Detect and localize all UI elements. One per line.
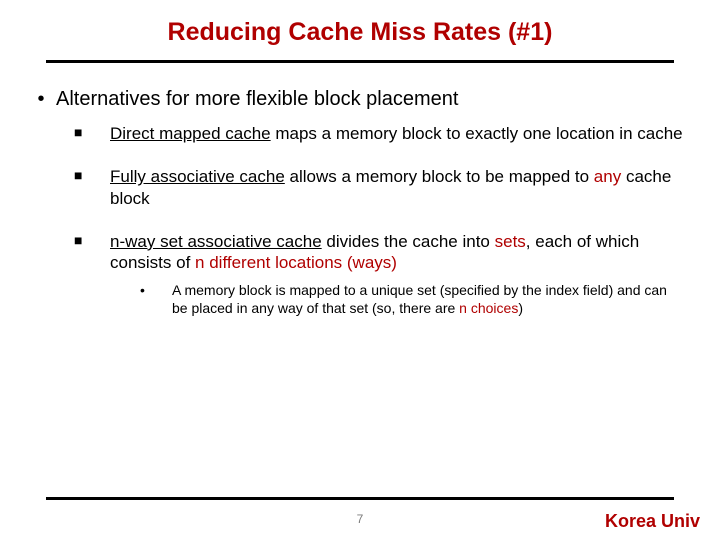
title-word: (#1) <box>508 18 552 46</box>
title-word: Miss <box>370 18 426 46</box>
underlined-phrase: n-way set associative cache <box>110 232 322 251</box>
text-fragment: maps a memory block to exactly one locat… <box>271 124 683 143</box>
text-fragment: A memory block is mapped to a unique set… <box>172 282 667 316</box>
bullet-level2: ■ Fully associative cache allows a memor… <box>74 166 694 209</box>
disc-bullet-icon: • <box>26 88 56 111</box>
bullet-level1: • Alternatives for more flexible block p… <box>26 88 694 111</box>
divider-bottom <box>46 497 674 500</box>
title-word: Cache <box>288 18 363 46</box>
level2-text: n-way set associative cache divides the … <box>110 231 694 274</box>
underlined-phrase: Direct mapped cache <box>110 124 271 143</box>
square-bullet-icon: ■ <box>74 166 110 209</box>
bullet-level2: ■ Direct mapped cache maps a memory bloc… <box>74 123 694 144</box>
level3-text: A memory block is mapped to a unique set… <box>172 281 694 317</box>
level2-text: Fully associative cache allows a memory … <box>110 166 694 209</box>
title-word: Rates <box>433 18 501 46</box>
square-bullet-icon: ■ <box>74 123 110 144</box>
slide-title: Reducing Cache Miss Rates (#1) <box>0 0 720 47</box>
level2-text: Direct mapped cache maps a memory block … <box>110 123 694 144</box>
disc-bullet-icon: • <box>140 281 172 317</box>
red-phrase: n different locations (ways) <box>195 253 397 272</box>
text-fragment: divides the cache into <box>322 232 495 251</box>
level1-text: Alternatives for more flexible block pla… <box>56 88 694 111</box>
underlined-phrase: Fully associative cache <box>110 167 285 186</box>
title-word: Reducing <box>168 18 282 46</box>
bullet-level3: • A memory block is mapped to a unique s… <box>140 281 694 317</box>
red-phrase: any <box>594 167 621 186</box>
square-bullet-icon: ■ <box>74 231 110 274</box>
content-area: • Alternatives for more flexible block p… <box>26 88 694 334</box>
slide: Reducing Cache Miss Rates (#1) • Alterna… <box>0 0 720 540</box>
divider-top <box>46 60 674 63</box>
bullet-level2: ■ n-way set associative cache divides th… <box>74 231 694 274</box>
red-phrase: n choices <box>459 300 518 316</box>
footer-brand: Korea Univ <box>605 511 700 532</box>
text-fragment: ) <box>518 300 523 316</box>
text-fragment: allows a memory block to be mapped to <box>285 167 594 186</box>
red-phrase: sets <box>495 232 526 251</box>
